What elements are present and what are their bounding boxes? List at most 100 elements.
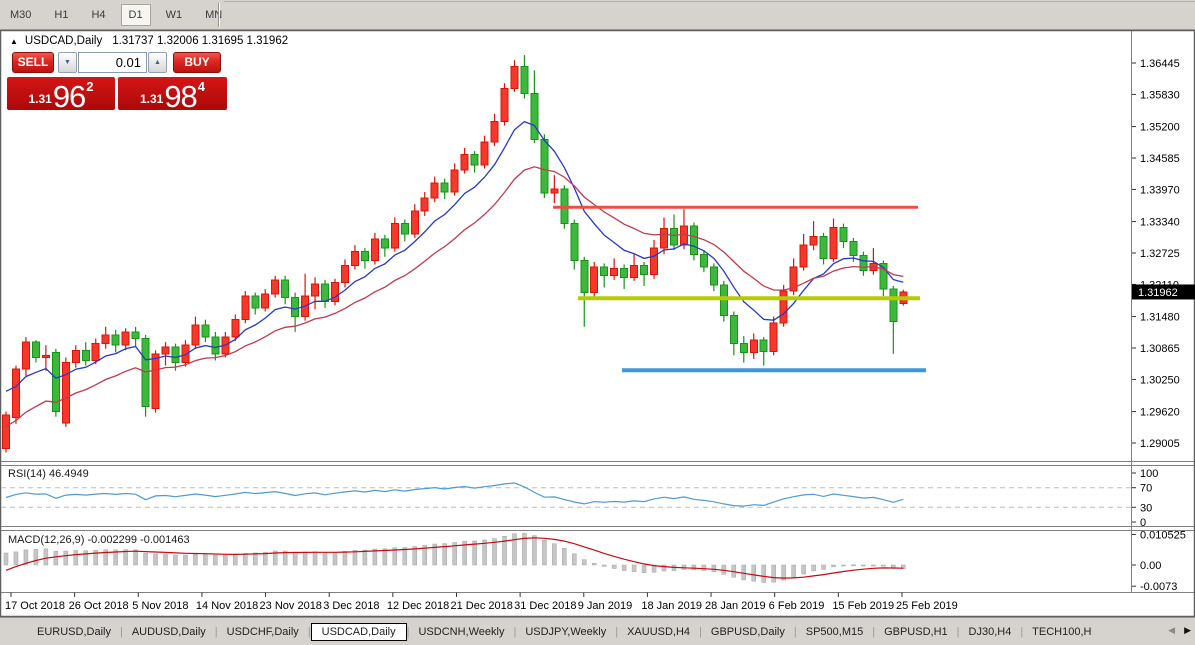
candle-body — [759, 339, 768, 352]
candle-body — [31, 341, 40, 358]
candle-body — [420, 197, 429, 212]
macd-bar — [791, 564, 796, 578]
macd-tick-label: 0.00 — [1140, 560, 1161, 572]
tab-sp500-m15[interactable]: SP500,M15 — [797, 623, 872, 641]
date-tick-label: 12 Dec 2018 — [387, 600, 449, 612]
tab-dj30-h4[interactable]: DJ30,H4 — [960, 623, 1021, 641]
volume-input[interactable] — [78, 52, 147, 73]
candle-body — [490, 120, 499, 143]
macd-bar — [143, 553, 148, 566]
macd-bar — [173, 554, 178, 566]
candle-body — [779, 290, 788, 324]
candle-body — [370, 238, 379, 261]
candle-body — [101, 334, 110, 345]
macd-bar — [512, 533, 517, 566]
tab-usdchf-daily[interactable]: USDCHF,Daily — [218, 623, 308, 641]
candle-body — [889, 288, 898, 323]
sell-button[interactable]: SELL — [12, 52, 54, 73]
candle-body — [530, 92, 539, 140]
candle-body — [570, 223, 579, 261]
tab-usdjpy-weekly[interactable]: USDJPY,Weekly — [516, 623, 615, 641]
symbol-tabbar: EURUSD,Daily | AUDUSD,Daily | USDCHF,Daily | U… — [0, 617, 1195, 645]
price-tick-label: 1.29620 — [1140, 407, 1180, 419]
tabs-scroll-right-icon[interactable]: ▶ — [1184, 625, 1191, 636]
buy-price-tile[interactable]: 1.31 98 4 — [118, 77, 227, 114]
price-tick-label: 1.35830 — [1140, 89, 1180, 101]
macd-bar — [711, 564, 717, 573]
macd-bar — [292, 551, 298, 566]
tab-eurusd-daily[interactable]: EURUSD,Daily — [28, 623, 120, 641]
macd-bar — [741, 564, 747, 581]
macd-bar — [352, 550, 358, 566]
volume-decrease-button[interactable]: ▼ — [58, 52, 77, 73]
candle-body — [131, 331, 140, 340]
candle-body — [271, 279, 280, 295]
tab-xauusd-h4[interactable]: XAUUSD,H4 — [618, 623, 699, 641]
candle-body — [470, 154, 479, 166]
collapse-panel-icon[interactable]: ▲ — [10, 37, 18, 46]
candle-body — [151, 353, 160, 410]
candle-body — [520, 65, 529, 94]
macd-bar — [851, 564, 856, 567]
timeframe-buttons: M30 H1 H4 D1 W1 MN — [2, 3, 237, 27]
sell-price-main: 96 — [52, 79, 86, 114]
candle-body — [61, 362, 70, 424]
candle-body — [400, 223, 409, 235]
macd-bar — [193, 554, 198, 566]
candle-body — [719, 284, 728, 317]
volume-increase-button[interactable]: ▲ — [148, 52, 167, 73]
rsi-tick-label: 0 — [1140, 517, 1146, 529]
tab-navigation: ◀ ▶ — [1168, 625, 1191, 636]
timeframe-w1[interactable]: W1 — [158, 4, 191, 26]
macd-bar — [342, 551, 348, 566]
macd-bar — [3, 552, 9, 566]
date-tick-label: 6 Feb 2019 — [769, 600, 825, 612]
timeframe-h1[interactable]: H1 — [46, 4, 76, 26]
candle-body — [350, 251, 359, 267]
tabs-scroll-left-icon[interactable]: ◀ — [1168, 625, 1175, 636]
tab-tech100-h[interactable]: TECH100,H — [1023, 623, 1100, 641]
buy-price-main: 98 — [164, 79, 197, 114]
candle-body — [739, 343, 748, 353]
date-axis: 17 Oct 2018 26 Oct 2018 5 Nov 2018 14 Nov 2… — [5, 592, 958, 612]
candle-body — [580, 259, 589, 294]
timeframe-h4[interactable]: H4 — [83, 4, 113, 26]
candle-body — [610, 268, 619, 277]
tab-usdcnh-weekly[interactable]: USDCNH,Weekly — [409, 623, 513, 641]
candle-body — [640, 265, 649, 276]
timeframe-d1[interactable]: D1 — [120, 4, 151, 26]
macd-bar — [133, 549, 138, 566]
timeframe-mn[interactable]: MN — [197, 4, 230, 26]
macd-bar — [572, 553, 577, 566]
candle-body — [799, 244, 808, 268]
tab-audusd-daily[interactable]: AUDUSD,Daily — [123, 623, 215, 641]
date-tick-label: 17 Oct 2018 — [5, 600, 65, 612]
macd-bar — [332, 551, 338, 566]
macd-bar — [382, 548, 388, 566]
candle-body — [11, 368, 20, 419]
tab-gbpusd-daily[interactable]: GBPUSD,Daily — [702, 623, 794, 641]
buy-price-prefix: 1.31 — [139, 92, 164, 106]
buy-button[interactable]: BUY — [173, 52, 221, 73]
candle-body — [241, 295, 250, 321]
tab-usdcad-daily[interactable]: USDCAD,Daily — [310, 623, 407, 641]
tab-gbpusd-h1[interactable]: GBPUSD,H1 — [875, 623, 957, 641]
price-tick-label: 1.31480 — [1140, 312, 1180, 324]
candle-body — [749, 339, 758, 353]
candle-body — [191, 324, 200, 346]
sell-price-tile[interactable]: 1.31 96 2 — [7, 77, 115, 114]
candle-body — [590, 266, 599, 294]
candle-body — [849, 241, 858, 256]
timeframe-m30[interactable]: M30 — [2, 4, 39, 26]
candle-body — [839, 227, 848, 243]
macd-tick-label: 0.010525 — [1140, 529, 1186, 541]
candle-body — [650, 247, 659, 276]
candle-body — [171, 346, 180, 364]
date-tick-label: 5 Nov 2018 — [132, 600, 188, 612]
buy-price-pip: 4 — [197, 79, 206, 94]
symbol-tabs: EURUSD,Daily | AUDUSD,Daily | USDCHF,Daily | U… — [28, 621, 1159, 643]
macd-bar — [871, 564, 876, 567]
macd-bar — [203, 554, 208, 566]
macd-bar — [552, 543, 557, 566]
macd-bar — [243, 553, 248, 566]
